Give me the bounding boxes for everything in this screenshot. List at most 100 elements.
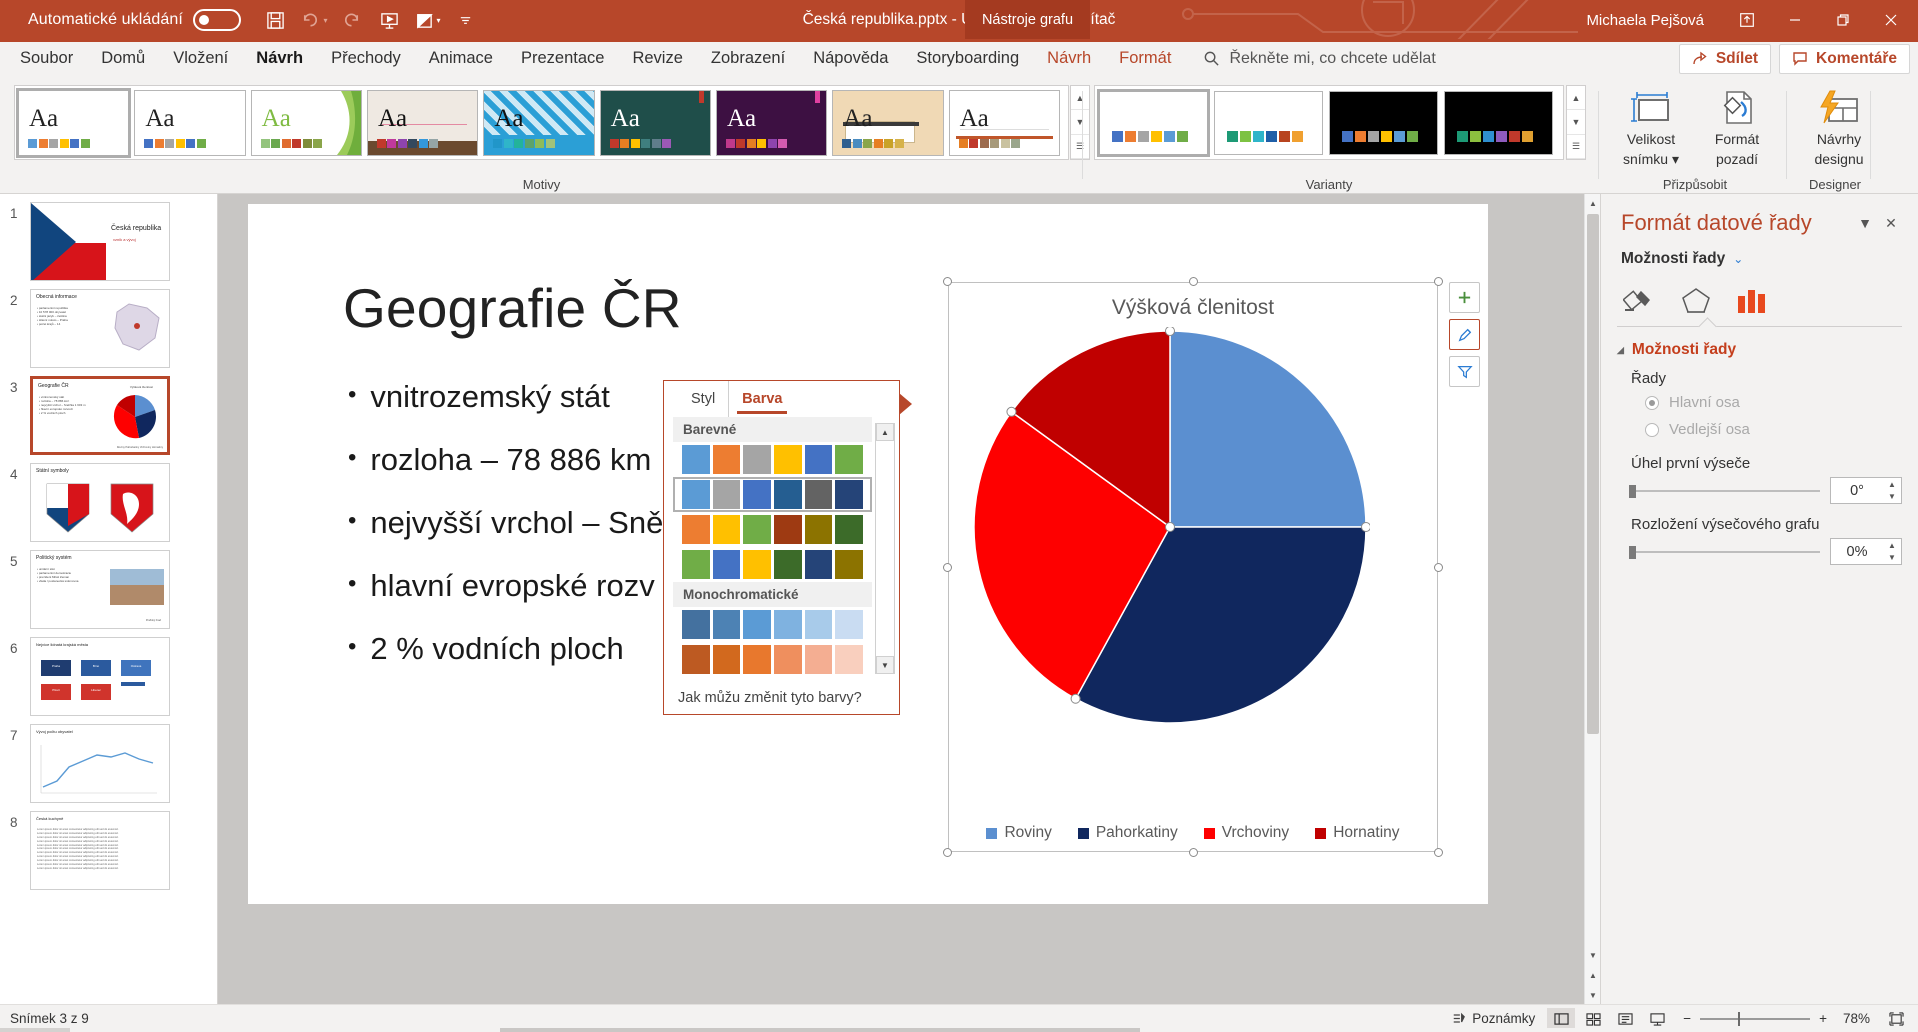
- stepper-down-icon[interactable]: ▼: [1888, 553, 1896, 562]
- series-options-section-header[interactable]: ◢ Možnosti řady: [1601, 327, 1918, 363]
- resize-handle-s[interactable]: [1189, 848, 1198, 857]
- color-swatch[interactable]: [835, 515, 863, 544]
- zoom-control[interactable]: − + 78%: [1675, 1011, 1878, 1026]
- first-slice-angle-value[interactable]: 0°: [1831, 483, 1883, 499]
- gallery-more[interactable]: ☰: [1071, 135, 1089, 159]
- color-swatch[interactable]: [835, 445, 863, 474]
- color-swatch[interactable]: [743, 645, 771, 674]
- autosave-control[interactable]: Automatické ukládání: [28, 9, 241, 31]
- color-palette-row-1[interactable]: [673, 477, 872, 512]
- variants-scroll-up[interactable]: ▲: [1567, 86, 1585, 110]
- slider-knob[interactable]: [1629, 546, 1636, 559]
- stepper-up-icon[interactable]: ▲: [1888, 480, 1896, 489]
- next-slide-button[interactable]: ▼: [1585, 986, 1601, 1004]
- thumbnail-preview[interactable]: Česká republikavznik a vývoj: [30, 202, 170, 281]
- color-swatch[interactable]: [743, 515, 771, 544]
- pie-explosion-stepper[interactable]: 0% ▲ ▼: [1830, 538, 1902, 565]
- variant-light-green[interactable]: [1214, 91, 1323, 155]
- format-background-button[interactable]: Formát pozadí: [1698, 87, 1776, 167]
- tab-p-echody-4[interactable]: Přechody: [317, 40, 415, 77]
- color-swatch[interactable]: [713, 480, 741, 509]
- wood-type-theme[interactable]: Aa: [367, 90, 478, 156]
- resize-handle-ne[interactable]: [1434, 277, 1443, 286]
- color-swatch[interactable]: [682, 445, 710, 474]
- green-ribbon-theme[interactable]: Aa: [251, 90, 362, 156]
- tab-zobrazen--8[interactable]: Zobrazení: [697, 40, 799, 77]
- stepper-arrows[interactable]: ▲ ▼: [1883, 539, 1901, 564]
- customize-qat-icon[interactable]: [449, 5, 483, 35]
- thumbnail-preview[interactable]: Obecná informace• parlamentní republika•…: [30, 289, 170, 368]
- slide-counter[interactable]: Snímek 3 z 9: [10, 1011, 89, 1026]
- color-swatch[interactable]: [805, 480, 833, 509]
- restore-icon[interactable]: [1820, 0, 1866, 40]
- tab-form-t-12[interactable]: Formát: [1105, 40, 1185, 77]
- variants-more[interactable]: ☰: [1567, 135, 1585, 159]
- slide-thumbnail-6[interactable]: 6Nejvíce lidnatá krajská městaPrahaBrnoO…: [0, 629, 217, 716]
- variant-dark-green[interactable]: [1444, 91, 1553, 155]
- stepper-arrows[interactable]: ▲ ▼: [1883, 478, 1901, 503]
- tell-me-box[interactable]: Řekněte mi, co chcete udělat: [1203, 50, 1435, 68]
- previous-slide-button[interactable]: ▲: [1585, 966, 1601, 984]
- savon-theme[interactable]: Aa: [949, 90, 1060, 156]
- color-swatch[interactable]: [805, 645, 833, 674]
- editor-vertical-scrollbar[interactable]: ▲ ▼ ▲ ▼: [1584, 194, 1600, 1004]
- slide-thumbnail-4[interactable]: 4Státní symboly: [0, 455, 217, 542]
- color-swatch[interactable]: [743, 445, 771, 474]
- share-button[interactable]: Sdílet: [1679, 44, 1771, 74]
- reading-view-button[interactable]: [1611, 1008, 1639, 1030]
- notes-button[interactable]: Poznámky: [1444, 1011, 1543, 1026]
- primary-axis-radio[interactable]: [1645, 396, 1659, 410]
- resize-handle-e[interactable]: [1434, 563, 1443, 572]
- slide-thumbnail-pane[interactable]: 1Česká republikavznik a vývoj2Obecná inf…: [0, 194, 218, 1004]
- secondary-axis-radio[interactable]: [1645, 423, 1659, 437]
- color-swatch[interactable]: [774, 480, 802, 509]
- slide-thumbnail-8[interactable]: 8Česká kuchyněLorem ipsum dolor sit amet…: [0, 803, 217, 890]
- pane-close-icon[interactable]: ✕: [1878, 210, 1904, 236]
- start-slideshow-icon[interactable]: [373, 5, 407, 35]
- tab-n-vrh-3[interactable]: Návrh: [242, 40, 317, 77]
- gallery-scroll-down[interactable]: ▼: [1071, 110, 1089, 134]
- ribbon-display-options-icon[interactable]: [1724, 0, 1770, 40]
- color-swatch[interactable]: [774, 610, 802, 639]
- presenter-view-icon[interactable]: ▾: [411, 5, 445, 35]
- dividend-teal-theme[interactable]: Aa: [600, 90, 711, 156]
- color-swatch[interactable]: [774, 445, 802, 474]
- save-icon[interactable]: [259, 5, 293, 35]
- color-swatch[interactable]: [713, 550, 741, 579]
- pane-series-options-dropdown[interactable]: Možnosti řady ⌄: [1601, 242, 1918, 268]
- tab-prezentace-6[interactable]: Prezentace: [507, 40, 618, 77]
- color-swatch[interactable]: [682, 515, 710, 544]
- effects-icon[interactable]: [1679, 284, 1713, 316]
- slideshow-button[interactable]: [1643, 1008, 1671, 1030]
- tab-n-pov-da-9[interactable]: Nápověda: [799, 40, 902, 77]
- primary-axis-radio-row[interactable]: Hlavní osa: [1601, 389, 1918, 416]
- gallery-scroll-up[interactable]: ▲: [1071, 86, 1089, 110]
- popup-scroll-up[interactable]: ▲: [876, 423, 894, 441]
- close-icon[interactable]: [1868, 0, 1914, 40]
- fill-and-line-icon[interactable]: [1623, 284, 1657, 316]
- color-swatch[interactable]: [713, 610, 741, 639]
- tab-soubor-0[interactable]: Soubor: [6, 40, 87, 77]
- color-swatch[interactable]: [835, 610, 863, 639]
- comments-button[interactable]: Komentáře: [1779, 44, 1910, 74]
- tab-revize-7[interactable]: Revize: [618, 40, 696, 77]
- editor-scroll-down[interactable]: ▼: [1585, 946, 1601, 964]
- variant-dark-blue[interactable]: [1329, 91, 1438, 155]
- thumbnail-preview[interactable]: Politický systém• unitární stát• parlame…: [30, 550, 170, 629]
- color-swatch[interactable]: [713, 445, 741, 474]
- first-slice-angle-row[interactable]: 0° ▲ ▼: [1601, 475, 1918, 504]
- pie-explosion-row[interactable]: 0% ▲ ▼: [1601, 536, 1918, 565]
- zoom-slider[interactable]: [1700, 1018, 1810, 1020]
- chart-elements-button[interactable]: [1449, 282, 1480, 313]
- normal-view-button[interactable]: [1547, 1008, 1575, 1030]
- color-swatch[interactable]: [835, 480, 863, 509]
- user-name[interactable]: Michaela Pejšová: [1586, 12, 1704, 29]
- popup-scrollbar[interactable]: ▲ ▼: [875, 423, 895, 674]
- popup-tab-barva[interactable]: Barva: [728, 381, 795, 417]
- redo-icon[interactable]: [335, 5, 369, 35]
- office-theme[interactable]: Aa: [18, 90, 129, 156]
- design-ideas-button[interactable]: Návrhy designu: [1800, 87, 1878, 167]
- autosave-toggle[interactable]: [193, 9, 241, 31]
- tab-vlo-en--2[interactable]: Vložení: [159, 40, 242, 77]
- ion-boardroom-theme[interactable]: Aa: [483, 90, 594, 156]
